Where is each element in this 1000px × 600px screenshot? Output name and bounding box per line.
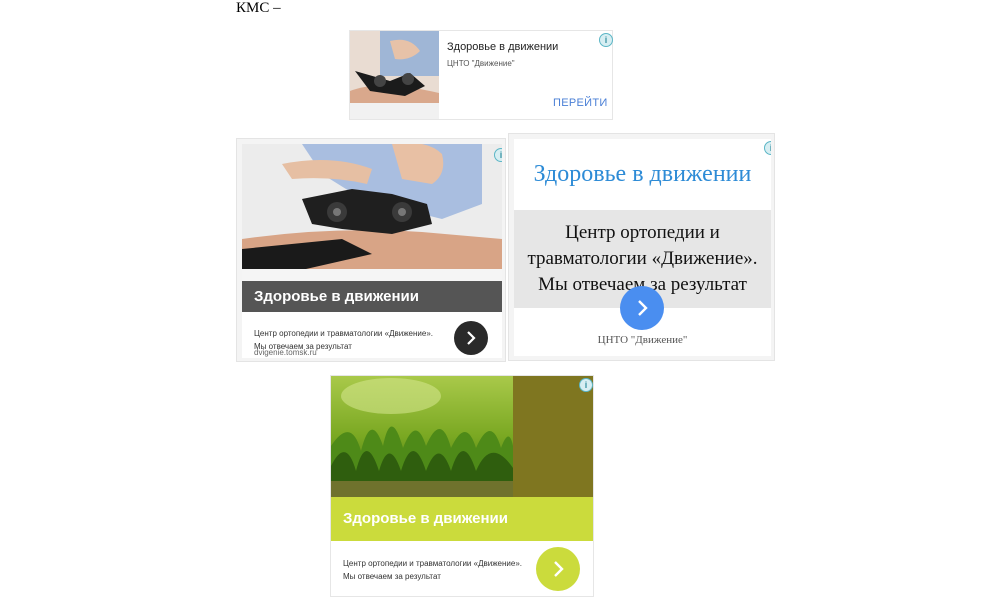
ad-footer: ЦНТО "Движение" — [597, 334, 688, 346]
ad-url[interactable]: dvigenie.tomsk.ru — [254, 348, 317, 357]
ad-banner: Здоровье в движении — [331, 497, 593, 541]
ad-content: Здоровье в движении Центр ортопедии и тр… — [242, 144, 502, 358]
ad-thumbnail-image — [350, 31, 439, 119]
ad-grass-image — [331, 376, 513, 497]
small-ad[interactable]: Здоровье в движении ЦНТО "Движение" ПЕРЕ… — [349, 30, 613, 120]
ad-content: Здоровье в движении Центр ортопедии и тр… — [514, 139, 771, 356]
chevron-right-icon — [638, 300, 648, 316]
text-ad-card[interactable]: Здоровье в движении Центр ортопедии и тр… — [508, 133, 775, 361]
ad-side-panel — [513, 376, 593, 497]
chevron-right-icon — [554, 561, 564, 577]
grass-ad-card[interactable]: Здоровье в движении Центр ортопедии и тр… — [330, 375, 594, 597]
ad-body-line: травматологии «Движение». — [527, 248, 758, 269]
info-icon[interactable]: i — [764, 141, 771, 155]
arrow-button[interactable] — [620, 286, 664, 330]
ad-title[interactable]: Здоровье в движении — [447, 41, 558, 53]
ad-body-line: Центр ортопедии и — [565, 222, 720, 243]
arrow-button[interactable] — [536, 547, 580, 591]
ad-banner-title[interactable]: Здоровье в движении — [254, 288, 419, 305]
info-icon[interactable]: i — [579, 378, 593, 392]
ad-subtitle: ЦНТО "Движение" — [447, 59, 515, 68]
ad-banner-title[interactable]: Здоровье в движении — [343, 510, 508, 527]
photo-ad-card[interactable]: Здоровье в движении Центр ортопедии и тр… — [236, 138, 506, 362]
heading-text: КМС – — [236, 0, 281, 16]
arrow-button[interactable] — [454, 321, 488, 355]
info-icon[interactable]: i — [494, 148, 502, 162]
go-button[interactable]: ПЕРЕЙТИ — [553, 97, 608, 109]
ad-banner: Здоровье в движении — [242, 281, 502, 312]
info-icon[interactable]: i — [599, 33, 613, 47]
chevron-right-icon — [467, 331, 476, 345]
ad-photo-image — [242, 144, 502, 281]
ad-headline[interactable]: Здоровье в движении — [514, 161, 771, 188]
ad-description: Центр ортопедии и травматологии «Движени… — [343, 559, 523, 581]
